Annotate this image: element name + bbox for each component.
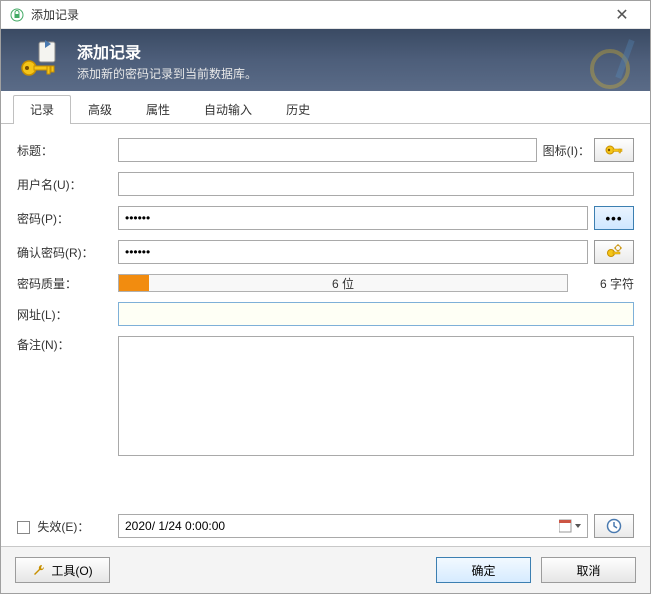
tools-label: 工具(O) xyxy=(51,562,92,579)
icon-picker-button[interactable] xyxy=(594,138,634,162)
dots-icon: ••• xyxy=(606,211,623,226)
tabs: 记录 高级 属性 自动输入 历史 xyxy=(1,91,650,124)
notes-textarea[interactable] xyxy=(118,336,634,456)
password-input[interactable] xyxy=(118,206,588,230)
confirm-input[interactable] xyxy=(118,240,588,264)
user-label: 用户名(U)： xyxy=(17,176,112,193)
banner-decor-icon xyxy=(550,29,650,91)
tab-properties[interactable]: 属性 xyxy=(129,95,187,123)
expire-label-text: 失效(E)： xyxy=(37,520,89,534)
quality-meter-text: 6 位 xyxy=(119,275,567,292)
user-input[interactable] xyxy=(118,172,634,196)
title-input[interactable] xyxy=(118,138,537,162)
tab-history[interactable]: 历史 xyxy=(269,95,327,123)
wrench-icon xyxy=(32,563,46,577)
app-lock-icon xyxy=(9,7,25,23)
quality-meter: 6 位 xyxy=(118,274,568,292)
title-label: 标题： xyxy=(17,142,112,159)
key-gear-icon xyxy=(605,243,623,261)
tab-content: 标题： 图标(I)： 用户名(U)： 密码(P)： ••• 确认密码(R)： xyxy=(1,124,650,546)
titlebar: 添加记录 ✕ xyxy=(1,1,650,29)
window-title: 添加记录 xyxy=(31,6,602,23)
key-icon xyxy=(603,139,625,161)
ok-button[interactable]: 确定 xyxy=(436,557,531,583)
quality-chars: 6 字符 xyxy=(574,275,634,292)
expire-checkbox[interactable] xyxy=(17,521,30,534)
expire-date-value: 2020/ 1/24 0:00:00 xyxy=(125,519,225,533)
show-password-button[interactable]: ••• xyxy=(594,206,634,230)
banner-subtitle: 添加新的密码记录到当前数据库。 xyxy=(77,65,257,82)
banner-title: 添加记录 xyxy=(77,39,257,63)
tab-record[interactable]: 记录 xyxy=(13,95,71,123)
icon-label: 图标(I)： xyxy=(543,142,590,159)
clock-icon xyxy=(605,517,623,535)
expire-clock-button[interactable] xyxy=(594,514,634,538)
generate-password-button[interactable] xyxy=(594,240,634,264)
banner-key-icon xyxy=(17,36,65,84)
footer: 工具(O) 确定 取消 xyxy=(1,546,650,593)
url-label: 网址(L)： xyxy=(17,306,112,323)
url-input[interactable] xyxy=(118,302,634,326)
cancel-button[interactable]: 取消 xyxy=(541,557,636,583)
header-banner: 添加记录 添加新的密码记录到当前数据库。 xyxy=(1,29,650,91)
expire-date-input[interactable]: 2020/ 1/24 0:00:00 xyxy=(118,514,588,538)
tools-button[interactable]: 工具(O) xyxy=(15,557,110,583)
notes-label: 备注(N)： xyxy=(17,336,112,353)
tab-autotype[interactable]: 自动输入 xyxy=(187,95,269,123)
tab-advanced[interactable]: 高级 xyxy=(71,95,129,123)
add-record-dialog: 添加记录 ✕ 添加记录 添加新的密码记录到当前数据库。 记录 高级 属性 自动输 xyxy=(0,0,651,594)
quality-label: 密码质量： xyxy=(17,275,112,292)
close-button[interactable]: ✕ xyxy=(602,1,642,28)
calendar-dropdown-icon xyxy=(559,519,581,533)
password-label: 密码(P)： xyxy=(17,210,112,227)
confirm-label: 确认密码(R)： xyxy=(17,244,112,261)
expire-label: 失效(E)： xyxy=(17,518,112,535)
